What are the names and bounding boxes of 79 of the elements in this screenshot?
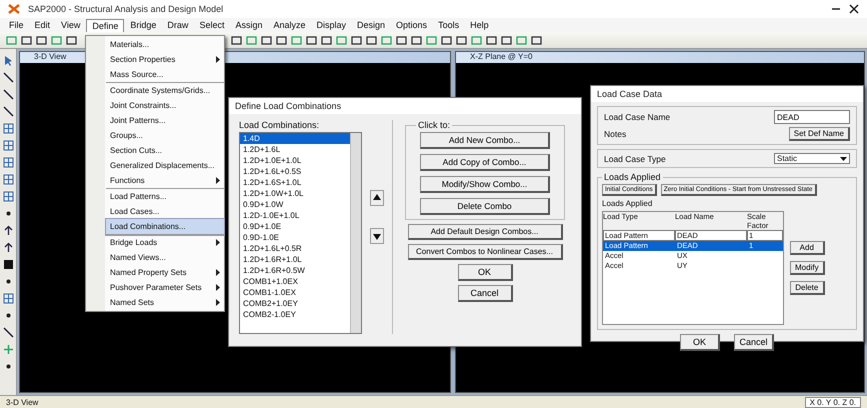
list-item[interactable]: 1.2D-1.0E+1.0L [240, 210, 350, 221]
list-item[interactable]: COMB2+1.0EY [240, 298, 350, 309]
list-item[interactable]: 1.2D+1.6R+1.0L [240, 254, 350, 265]
dialog-title: Define Load Combinations [229, 98, 581, 114]
menu-entry[interactable]: Load Cases... [106, 204, 224, 219]
pane-title: 3-D View [34, 52, 66, 61]
list-item[interactable]: 1.2D+1.6S+1.0L [240, 177, 350, 188]
menu-entry[interactable]: Coordinate Systems/Grids... [106, 83, 224, 98]
menu-item[interactable]: Define [86, 18, 124, 32]
menu-item[interactable]: Assign [230, 19, 268, 31]
list-item[interactable]: 1.2D+1.6L+0.5S [240, 166, 350, 177]
input-field[interactable]: DEAD [774, 110, 850, 124]
ok-button[interactable]: OK [680, 334, 720, 351]
status-text: 3-D View [6, 398, 38, 406]
dialog-button[interactable]: Delete Combo [420, 198, 550, 215]
group-label: Loads Applied [603, 172, 662, 182]
pane-title: X-Z Plane @ Y=0 [470, 52, 532, 61]
menu-item[interactable]: Help [465, 19, 494, 31]
list-item[interactable]: 0.9D-1.0E [240, 232, 350, 243]
menu-entry[interactable]: Section Properties [106, 52, 224, 67]
list-item[interactable]: 1.2D+1.6L+0.5R [240, 243, 350, 254]
menu-entry[interactable]: Named Sets [106, 295, 224, 310]
window-title: SAP2000 - Structural Analysis and Design Model [28, 4, 224, 14]
menu-entry[interactable]: Mass Source... [106, 67, 224, 83]
dialog-button[interactable]: Set Def Name [788, 127, 850, 141]
menu-entry[interactable]: Load Combinations... [106, 219, 224, 235]
dialog-button[interactable]: Modify/Show Combo... [420, 176, 550, 193]
menu-item[interactable]: Bridge [125, 19, 162, 31]
dialog-button[interactable]: Modify [790, 261, 825, 275]
menu-entry[interactable]: Section Cuts... [106, 143, 224, 158]
menu-item[interactable]: Design [352, 19, 390, 31]
menu-entry[interactable]: Generalized Displacements... [106, 158, 224, 173]
list-item[interactable]: 0.9D+1.0E [240, 221, 350, 232]
menu-item[interactable]: Display [312, 19, 352, 31]
menu-entry[interactable]: Named Property Sets [106, 265, 224, 280]
dropdown[interactable]: Static [774, 153, 850, 164]
menu-entry[interactable]: Named Views... [106, 250, 224, 265]
dialog-button[interactable]: Add Default Design Combos... [408, 224, 562, 240]
menu-entry[interactable]: Functions [106, 173, 224, 189]
list-item[interactable]: 1.2D+1.6R+0.5W [240, 265, 350, 276]
list-item[interactable]: COMB1-1.0EX [240, 287, 350, 298]
list-item[interactable]: 1.2D+1.6L [240, 144, 350, 155]
menu-entry[interactable]: Pushover Parameter Sets [106, 280, 224, 295]
menu-entry[interactable]: Bridge Loads [106, 235, 224, 250]
menu-entry[interactable]: Materials... [106, 37, 224, 52]
menu-item[interactable]: Options [391, 19, 432, 31]
dialog-button[interactable]: Add [790, 241, 825, 255]
menu-entry[interactable]: Groups... [106, 128, 224, 143]
menu-entry[interactable]: Joint Constraints... [106, 98, 224, 113]
field-label: Notes [604, 129, 626, 139]
menu-item[interactable]: Select [194, 19, 230, 31]
cancel-button[interactable]: Cancel [734, 334, 774, 351]
list-item[interactable]: COMB1+1.0EX [240, 276, 350, 287]
dialog-title: Load Case Data [591, 86, 863, 102]
coordinates-readout: X 0. Y 0. Z 0. [804, 396, 861, 408]
list-item[interactable]: 0.9D+1.0W [240, 199, 350, 210]
cancel-button[interactable]: Cancel [458, 285, 512, 302]
list-item[interactable]: 1.4D [240, 133, 350, 144]
menu-item[interactable]: View [56, 19, 86, 31]
list-label: Load Combinations: [239, 120, 320, 130]
dialog-button[interactable]: Add Copy of Combo... [420, 154, 550, 171]
menu-item[interactable]: Draw [162, 19, 194, 31]
dialog-button[interactable]: Convert Combos to Nonlinear Cases... [408, 244, 562, 260]
menu-item[interactable]: Tools [433, 19, 464, 31]
list-item[interactable]: COMB2-1.0EY [240, 309, 350, 320]
ok-button[interactable]: OK [458, 264, 512, 281]
list-item[interactable]: 1.2D+1.0E+1.0L [240, 155, 350, 166]
dialog-button[interactable]: Delete [790, 281, 825, 295]
menu-item[interactable]: Analyze [268, 19, 310, 31]
menu-item[interactable]: File [4, 19, 29, 31]
field-label: Load Case Name [604, 112, 670, 122]
menu-entry[interactable]: Load Patterns... [106, 189, 224, 204]
field-label: Load Case Type [604, 154, 666, 164]
group-label: Click to: [417, 120, 452, 130]
menu-item[interactable]: Edit [30, 19, 56, 31]
table-label: Loads Applied [602, 199, 654, 208]
menu-entry[interactable]: Joint Patterns... [106, 113, 224, 128]
list-item[interactable]: 1.2D+1.0W+1.0L [240, 188, 350, 199]
dialog-button[interactable]: Add New Combo... [420, 132, 550, 149]
